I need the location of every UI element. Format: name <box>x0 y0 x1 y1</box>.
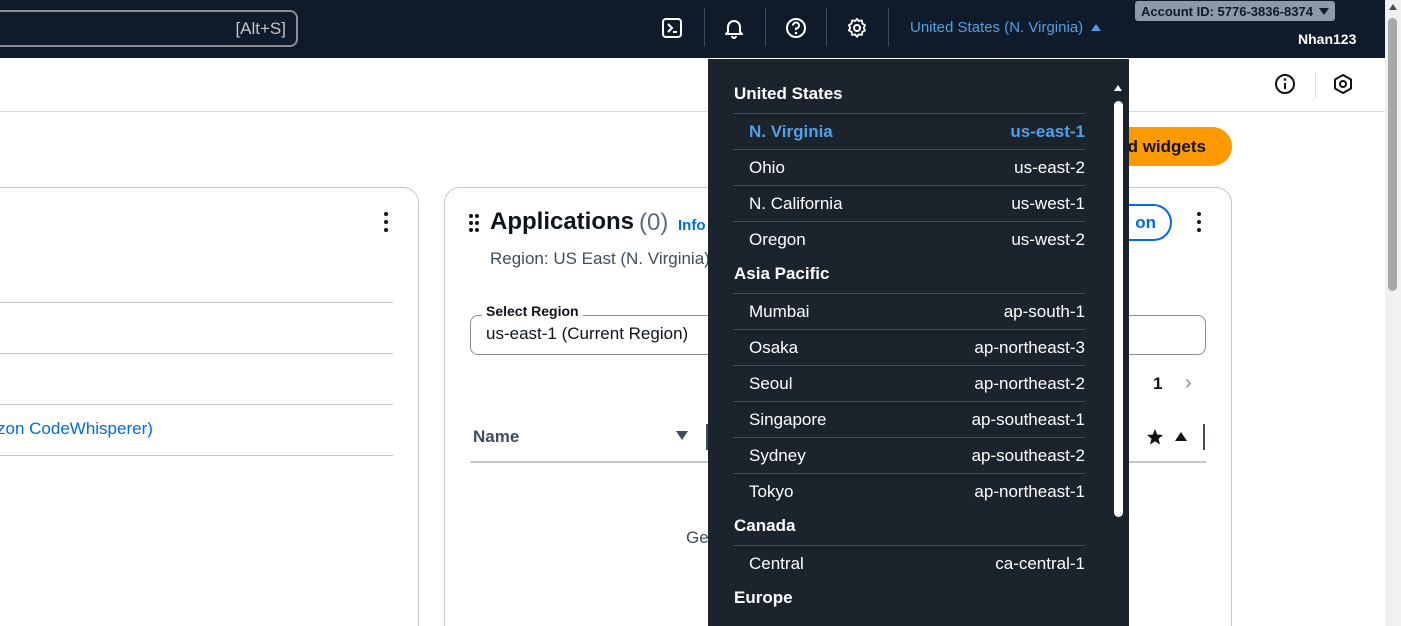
region-option-name: Tokyo <box>749 482 794 501</box>
menu-scrollbar-thumb[interactable] <box>1114 101 1123 517</box>
region-option-ap-northeast-2[interactable]: Seoul ap-northeast-2 <box>733 365 1085 401</box>
account-id-label: Account ID: 5776-3836-8374 <box>1141 3 1313 19</box>
info-icon[interactable] <box>1274 73 1296 95</box>
region-option-us-east-2[interactable]: Ohio us-east-2 <box>733 149 1085 185</box>
region-option-name: Seoul <box>749 374 793 393</box>
region-option-code: ap-southeast-2 <box>971 446 1085 465</box>
region-option-name: N. Virginia <box>749 122 833 141</box>
left-widget-card <box>0 187 419 626</box>
region-option-code: ap-south-1 <box>1003 302 1085 321</box>
region-select-value: us-east-1 (Current Region) <box>486 324 689 343</box>
region-option-name: Sydney <box>749 446 806 465</box>
sort-up-icon[interactable] <box>1175 432 1187 441</box>
sort-down-icon[interactable] <box>676 431 688 440</box>
region-dropdown-menu: United States N. Virginia us-east-1 Ohio us-… <box>708 59 1129 626</box>
region-option-code: us-east-2 <box>1014 158 1085 177</box>
applications-title: Applications <box>490 208 635 235</box>
settings-hex-icon[interactable] <box>1332 73 1354 95</box>
codewhisperer-link[interactable]: zon CodeWhisperer) <box>0 419 153 439</box>
top-navigation-bar: [Alt+S] United States (N. Virginia) Acco… <box>0 0 1385 58</box>
nav-divider <box>826 8 827 46</box>
column-header-name[interactable]: Name <box>473 427 519 447</box>
region-selector-button[interactable]: United States (N. Virginia) <box>910 19 1102 36</box>
region-option-code: us-east-1 <box>1010 122 1085 141</box>
region-option-name: N. California <box>749 194 843 213</box>
region-option-us-west-1[interactable]: N. California us-west-1 <box>733 185 1085 221</box>
secondary-toolbar <box>0 58 1385 112</box>
region-option-ap-southeast-2[interactable]: Sydney ap-southeast-2 <box>733 437 1085 473</box>
region-option-name: Ohio <box>749 158 785 177</box>
region-group-heading: Asia Pacific <box>734 264 830 283</box>
region-option-ca-central-1[interactable]: Central ca-central-1 <box>733 545 1085 581</box>
pin-icon[interactable] <box>1146 428 1164 451</box>
caret-up-icon <box>1091 24 1102 31</box>
create-application-label: on <box>1135 212 1156 232</box>
region-group-heading: United States <box>734 84 843 103</box>
caret-down-icon <box>1318 7 1329 15</box>
region-option-code: us-west-1 <box>1011 194 1085 213</box>
region-option-ap-northeast-1[interactable]: Tokyo ap-northeast-1 <box>733 473 1085 509</box>
page-scrollbar-thumb[interactable] <box>1388 18 1397 291</box>
search-shortcut-hint: [Alt+S] <box>235 19 286 38</box>
region-option-name: Central <box>749 554 804 573</box>
region-selector-label: United States (N. Virginia) <box>910 19 1084 36</box>
gear-icon[interactable] <box>843 14 871 42</box>
scroll-up-icon[interactable] <box>1389 4 1397 10</box>
add-widgets-label: d widgets <box>1127 136 1206 156</box>
nav-divider <box>704 8 705 46</box>
region-option-ap-northeast-3[interactable]: Osaka ap-northeast-3 <box>733 329 1085 365</box>
region-option-code: us-west-2 <box>1011 230 1085 249</box>
region-option-ap-southeast-1[interactable]: Singapore ap-southeast-1 <box>733 401 1085 437</box>
region-option-ap-south-1[interactable]: Mumbai ap-south-1 <box>733 293 1085 329</box>
bell-icon[interactable] <box>720 14 748 42</box>
username-label[interactable]: Nhan123 <box>1298 31 1356 47</box>
region-option-name: Osaka <box>749 338 799 357</box>
divider <box>0 302 393 303</box>
scroll-up-icon[interactable] <box>1114 85 1122 91</box>
region-option-name: Mumbai <box>749 302 810 321</box>
region-option-code: ap-northeast-1 <box>974 482 1085 501</box>
region-option-code: ap-northeast-2 <box>974 374 1085 393</box>
region-option-code: ca-central-1 <box>995 554 1085 573</box>
applications-info-link[interactable]: Info <box>678 217 706 234</box>
search-input[interactable]: [Alt+S] <box>0 10 298 47</box>
nav-divider <box>888 8 889 46</box>
help-icon[interactable] <box>782 14 810 42</box>
divider <box>0 353 393 354</box>
toolbar-divider <box>1315 72 1316 98</box>
pagination-current-page[interactable]: 1 <box>1153 374 1162 394</box>
divider <box>0 455 393 456</box>
divider <box>0 404 393 405</box>
nav-divider <box>765 8 766 46</box>
applications-count: (0) <box>639 209 669 236</box>
region-option-name: Oregon <box>749 230 806 249</box>
region-option-us-west-2[interactable]: Oregon us-west-2 <box>733 221 1085 257</box>
region-option-us-east-1[interactable]: N. Virginia us-east-1 <box>733 113 1085 149</box>
region-option-code: ap-southeast-1 <box>971 410 1085 429</box>
column-resizer[interactable] <box>1203 424 1205 450</box>
left-card-menu-icon[interactable] <box>383 212 389 232</box>
region-option-code: ap-northeast-3 <box>974 338 1085 357</box>
applications-region-text: Region: US East (N. Virginia) <box>490 249 710 268</box>
cloudshell-icon[interactable] <box>658 14 686 42</box>
applications-card-menu-icon[interactable] <box>1196 212 1202 232</box>
region-group-heading: Europe <box>734 588 793 607</box>
region-select-label: Select Region <box>482 303 583 319</box>
region-group-heading: Canada <box>734 516 796 535</box>
account-menu-button[interactable]: Account ID: 5776-3836-8374 <box>1135 1 1335 21</box>
chevron-right-icon[interactable]: › <box>1185 372 1192 395</box>
region-option-name: Singapore <box>749 410 827 429</box>
drag-handle-icon[interactable] <box>469 214 479 232</box>
